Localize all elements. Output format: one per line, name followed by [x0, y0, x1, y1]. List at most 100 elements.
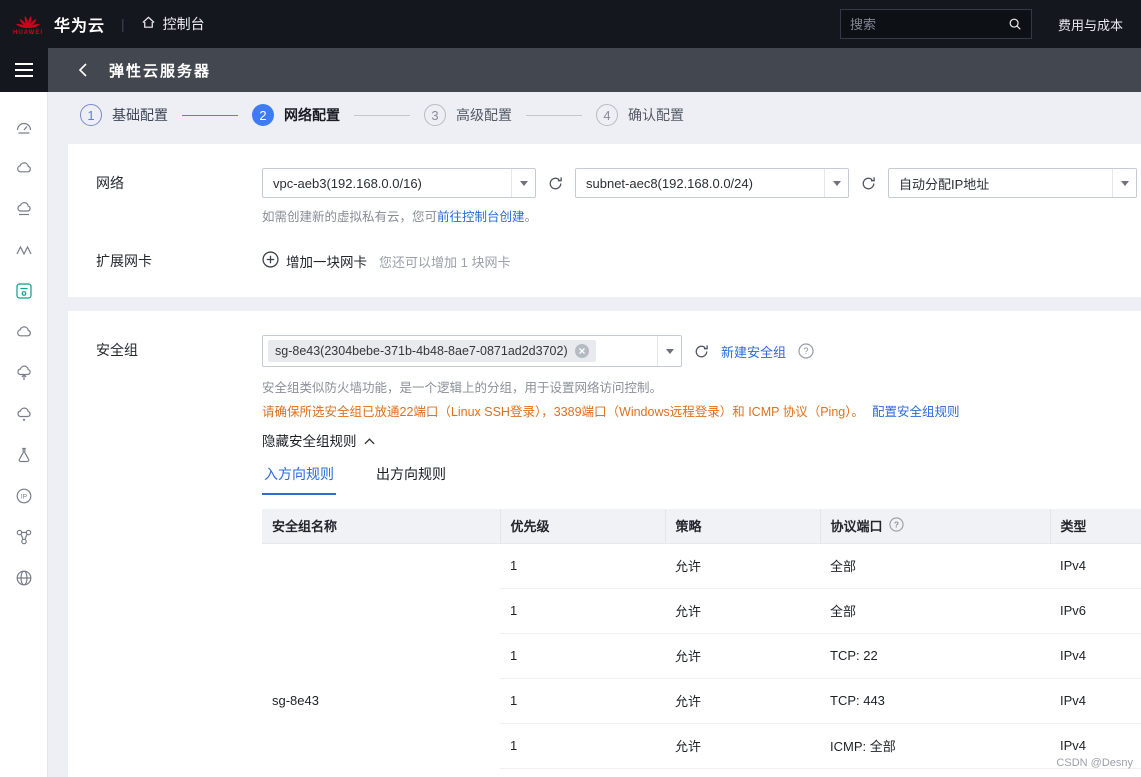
svg-text:?: ?: [893, 519, 898, 529]
watermark: CSDN @Desny: [1056, 757, 1133, 769]
col-protocol: 协议端口 ?: [819, 509, 1050, 544]
back-button[interactable]: [78, 63, 87, 77]
cell-policy: 允许: [665, 543, 820, 589]
search-box[interactable]: [839, 9, 1032, 39]
tab-outbound-rules[interactable]: 出方向规则: [374, 458, 448, 495]
remove-sg-icon[interactable]: [574, 344, 589, 358]
svg-text:IP: IP: [20, 493, 26, 500]
chevron-left-icon: [78, 63, 87, 77]
sg-rules-table: 安全组名称 优先级 策略 协议端口 ? 类型 sg-8e43 1 允许 全部 I…: [262, 509, 1141, 769]
ip-assign-select[interactable]: 自动分配IP地址: [888, 168, 1137, 198]
search-icon[interactable]: [1008, 17, 1022, 31]
ip-badge-icon[interactable]: IP: [13, 485, 35, 507]
network-card: 网络 vpc-aeb3(192.168.0.0/16) subnet-aec8(…: [68, 144, 1141, 297]
step-1-number: 1: [80, 104, 102, 126]
refresh-subnet-icon[interactable]: [861, 176, 876, 191]
add-nic-button[interactable]: 增加一块网卡: [262, 251, 367, 271]
cell-policy: 允许: [665, 633, 820, 679]
refresh-sg-icon[interactable]: [694, 344, 709, 359]
step-1-basic-config[interactable]: 1 基础配置: [80, 104, 168, 126]
topbar: HUAWEI 华为云 | 控制台 费用与成本: [0, 0, 1141, 48]
flask-icon[interactable]: [13, 444, 35, 466]
sg-help-icon[interactable]: ?: [798, 343, 814, 359]
cell-priority: 1: [500, 543, 665, 589]
svg-text:?: ?: [804, 346, 809, 356]
search-input[interactable]: [849, 16, 1008, 32]
cloud-icon[interactable]: [13, 157, 35, 179]
service-sidebar: IP: [0, 92, 48, 777]
sg-description: 安全组类似防火墙功能，是一个逻辑上的分组，用于设置网络访问控制。: [262, 381, 663, 395]
hide-sg-rules-label: 隐藏安全组规则: [262, 434, 357, 449]
nodes-icon[interactable]: [13, 526, 35, 548]
security-group-card: 安全组 sg-8e43(2304bebe-371b-4b48-8ae7-0871…: [68, 311, 1141, 777]
step-3-advanced-config: 3 高级配置: [424, 104, 512, 126]
vpc-select[interactable]: vpc-aeb3(192.168.0.0/16): [262, 168, 536, 198]
sg-warning: 请确保所选安全组已放通22端口（Linux SSH登录），3389端口（Wind…: [262, 401, 1141, 420]
sg-rules-collapse-row: 隐藏安全组规则: [262, 430, 1141, 450]
step-2-number: 2: [252, 104, 274, 126]
selected-sg-tag: sg-8e43(2304bebe-371b-4b48-8ae7-0871ad2d…: [268, 340, 596, 362]
cell-type: IPv4: [1050, 543, 1141, 589]
chevron-down-icon: [511, 169, 535, 197]
extend-nic-label: 扩展网卡: [96, 253, 152, 269]
refresh-vpc-icon[interactable]: [548, 176, 563, 191]
chevron-down-icon: [824, 169, 848, 197]
cell-priority: 1: [500, 633, 665, 679]
ip-assign-select-value: 自动分配IP地址: [899, 176, 990, 192]
step-4-number: 4: [596, 104, 618, 126]
ecs-server-icon[interactable]: [13, 280, 35, 302]
table-row: sg-8e43 1 允许 全部 IPv4: [262, 543, 1141, 708]
cell-priority: 1: [500, 678, 665, 724]
tab-inbound-rules[interactable]: 入方向规则: [262, 458, 336, 495]
huawei-logo-text: HUAWEI: [13, 30, 43, 36]
rule-direction-tabs: 入方向规则 出方向规则: [262, 458, 1141, 495]
chevron-down-icon: [657, 336, 681, 366]
step-4-confirm-config: 4 确认配置: [596, 104, 684, 126]
security-group-label: 安全组: [96, 342, 138, 358]
selected-sg-name: sg-8e43(2304bebe-371b-4b48-8ae7-0871ad2d…: [275, 344, 568, 358]
vpc-hint-suffix: 。: [524, 210, 538, 224]
home-icon: [141, 15, 156, 33]
page-header: 弹性云服务器: [48, 48, 1141, 92]
cell-type: IPv6: [1050, 588, 1141, 634]
cloud-outline-icon[interactable]: [13, 321, 35, 343]
col-protocol-label: 协议端口: [830, 519, 883, 535]
create-vpc-link[interactable]: 前往控制台创建: [437, 210, 525, 224]
cell-priority: 1: [500, 588, 665, 634]
subnet-select-value: subnet-aec8(192.168.0.0/24): [586, 175, 753, 191]
chevron-down-icon: [1112, 169, 1136, 197]
security-group-select[interactable]: sg-8e43(2304bebe-371b-4b48-8ae7-0871ad2d…: [262, 335, 682, 367]
hamburger-menu-button[interactable]: [0, 48, 48, 92]
step-connector: [354, 114, 410, 116]
table-header-row: 安全组名称 优先级 策略 协议端口 ? 类型: [262, 509, 1141, 544]
huawei-cloud-console: HUAWEI 华为云 | 控制台 费用与成本 弹性云服务器: [0, 0, 1141, 777]
col-policy: 策略: [664, 509, 820, 544]
cell-protocol: 全部: [820, 543, 1050, 589]
huawei-logo[interactable]: HUAWEI: [10, 12, 46, 36]
cloud-dot-icon[interactable]: [13, 403, 35, 425]
protocol-help-icon[interactable]: ?: [888, 517, 904, 535]
network-label: 网络: [96, 175, 124, 191]
cell-policy: 允许: [665, 588, 820, 634]
step-3-number: 3: [424, 104, 446, 126]
cloud-stack-icon[interactable]: [13, 198, 35, 220]
configure-sg-rules-link[interactable]: 配置安全组规则: [872, 405, 960, 419]
hide-sg-rules-toggle[interactable]: 隐藏安全组规则: [262, 430, 375, 450]
sg-name-cell: sg-8e43: [272, 693, 319, 709]
step-2-network-config[interactable]: 2 网络配置: [252, 104, 340, 126]
vpc-hint-prefix: 如需创建新的虚拟私有云，您可: [262, 210, 438, 224]
zigzag-icon[interactable]: [13, 239, 35, 261]
globe-icon[interactable]: [13, 567, 35, 589]
cell-policy: 允许: [665, 723, 820, 769]
topbar-divider: |: [121, 16, 125, 32]
cloud-upload-icon[interactable]: [13, 362, 35, 384]
create-sg-link[interactable]: 新建安全组: [721, 342, 786, 361]
dashboard-icon[interactable]: [13, 116, 35, 138]
nic-remaining-hint: 您还可以增加 1 块网卡: [379, 254, 511, 270]
subnet-select[interactable]: subnet-aec8(192.168.0.0/24): [575, 168, 849, 198]
console-link[interactable]: 控制台: [141, 14, 205, 34]
col-sg-name: 安全组名称: [262, 509, 500, 544]
cell-type: IPv4: [1050, 633, 1141, 679]
billing-link[interactable]: 费用与成本: [1058, 15, 1123, 34]
brand-huaweicloud[interactable]: 华为云: [54, 12, 105, 36]
